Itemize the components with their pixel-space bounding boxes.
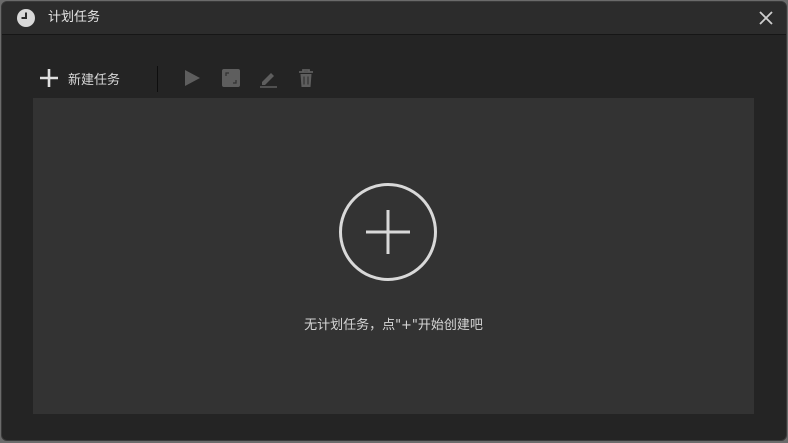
new-task-label: 新建任务 [68, 72, 121, 88]
window-title: 计划任务 [48, 10, 101, 25]
title-bar: 计划任务 [2, 2, 786, 35]
empty-state-message: 无计划任务，点"+"开始创建吧 [304, 318, 483, 333]
stop-icon[interactable] [221, 68, 241, 88]
play-icon[interactable] [182, 68, 202, 88]
new-task-button[interactable]: 新建任务 [38, 66, 120, 90]
toolbar-divider [157, 66, 158, 92]
task-list-area: 无计划任务，点"+"开始创建吧 [33, 98, 754, 414]
edit-icon[interactable] [258, 68, 278, 88]
close-icon[interactable] [756, 8, 776, 28]
plus-icon [40, 69, 58, 87]
clock-icon [17, 9, 35, 27]
toolbar: 新建任务 [32, 62, 756, 94]
delete-icon[interactable] [296, 68, 316, 88]
scheduled-tasks-window: 计划任务 新建任务 无计划任务，点"+"开始创建吧 [1, 1, 787, 441]
add-circle-icon[interactable] [338, 182, 438, 282]
